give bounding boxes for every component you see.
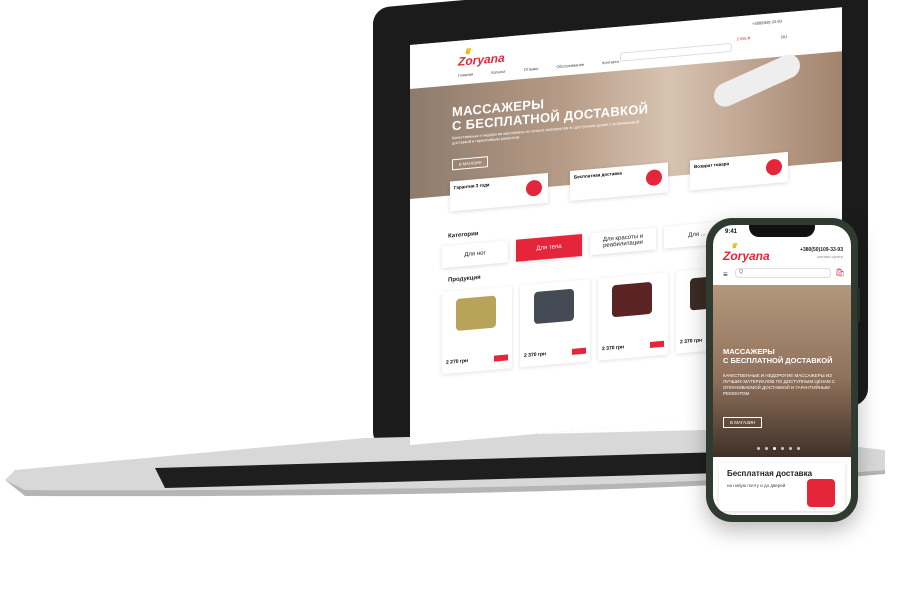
product-grid: 2 270 грн 2 370 грн 2 370 грн 2 370 грн xyxy=(442,265,746,375)
laptop-search-input[interactable] xyxy=(620,42,732,62)
categories-heading: Категории xyxy=(448,231,479,240)
category-tabs: Для ног Для тела Для красоты и реабилита… xyxy=(442,221,730,269)
benefit-subtitle: на новую почту и до дверей xyxy=(727,483,786,488)
phone-notch xyxy=(749,225,815,237)
carousel-dot[interactable] xyxy=(757,447,760,450)
nav-item-home[interactable]: Главная xyxy=(458,71,473,77)
buy-button[interactable] xyxy=(494,354,508,362)
product-price: 2 370 грн xyxy=(680,337,703,346)
phone-side-button xyxy=(857,288,860,322)
smartphone: 9:41 ♛ Zoryana +380(50)109-33-93 контакт-… xyxy=(706,218,860,522)
phone-number[interactable]: +380(50)109-33-93 xyxy=(800,247,843,253)
benefit-title: Бесплатная доставка xyxy=(727,469,813,478)
status-time: 9:41 xyxy=(725,229,738,235)
carousel-dot-active[interactable] xyxy=(773,447,776,450)
nav-item-catalog[interactable]: Каталог xyxy=(491,69,506,75)
product-card[interactable]: 2 270 грн xyxy=(442,286,512,375)
shield-icon xyxy=(526,179,542,197)
phone-screen: 9:41 ♛ Zoryana +380(50)109-33-93 контакт-… xyxy=(713,225,851,515)
phone-hero-subtitle: КАЧЕСТВЕННЫЕ И НЕДОРОГИЕ МАССАЖЕРЫ ИЗ ЛУ… xyxy=(723,373,836,396)
product-card[interactable]: 2 370 грн xyxy=(598,272,668,361)
nav-item-reviews[interactable]: Отзывы xyxy=(524,66,539,72)
delivery-icon xyxy=(646,168,662,187)
product-price: 2 370 грн xyxy=(524,351,547,360)
category-feet[interactable]: Для ног xyxy=(442,240,508,269)
laptop-shop-button[interactable]: В МАГАЗИН xyxy=(452,156,489,171)
phone-shop-button[interactable]: В МАГАЗИН xyxy=(723,417,763,428)
category-beauty[interactable]: Для красоты и реабилитации xyxy=(590,227,656,256)
crown-icon: ♛ xyxy=(464,46,472,57)
phone-search-input[interactable]: Q xyxy=(735,268,831,278)
products-heading: Продукция xyxy=(448,274,481,284)
laptop-phone[interactable]: +380(050)-33-93 xyxy=(752,18,782,26)
carousel-dots xyxy=(757,447,800,450)
delivery-icon xyxy=(807,479,835,507)
phone-hero-title: МАССАЖЕРЫ С БЕСПЛАТНОЙ ДОСТАВКОЙ xyxy=(723,347,833,365)
laptop-logo[interactable]: ♛ Zoryana xyxy=(458,47,505,69)
nav-item-service[interactable]: Обслуживание xyxy=(556,62,584,69)
product-card[interactable]: 2 370 грн xyxy=(520,279,590,368)
phone-delivery-benefit: Бесплатная доставка на новую почту и до … xyxy=(719,463,845,511)
carousel-dot[interactable] xyxy=(781,447,784,450)
laptop-cart[interactable]: 2 555 ₴ xyxy=(737,35,750,41)
laptop-lang-select[interactable]: RU xyxy=(781,34,787,40)
nav-item-contacts[interactable]: Контакты xyxy=(602,59,619,66)
crown-icon: ♛ xyxy=(731,243,738,250)
category-body[interactable]: Для тела xyxy=(516,233,582,262)
buy-button[interactable] xyxy=(650,340,664,349)
product-image xyxy=(612,281,652,318)
product-image xyxy=(456,295,496,331)
buy-button[interactable] xyxy=(572,347,586,355)
carousel-dot[interactable] xyxy=(765,447,768,450)
carousel-dot[interactable] xyxy=(797,447,800,450)
contact-center-label: контакт-центр xyxy=(817,254,843,259)
cart-icon[interactable]: 🛍 xyxy=(835,268,845,278)
return-icon xyxy=(766,158,782,176)
product-price: 2 370 грн xyxy=(602,344,625,353)
product-price: 2 270 грн xyxy=(446,357,469,366)
carousel-dot[interactable] xyxy=(789,447,792,450)
phone-logo[interactable]: ♛ Zoryana xyxy=(723,243,770,263)
hamburger-menu-icon[interactable]: ≡ xyxy=(723,270,728,279)
phone-hero-banner: МАССАЖЕРЫ С БЕСПЛАТНОЙ ДОСТАВКОЙ КАЧЕСТВ… xyxy=(713,285,851,457)
product-image xyxy=(534,288,574,325)
